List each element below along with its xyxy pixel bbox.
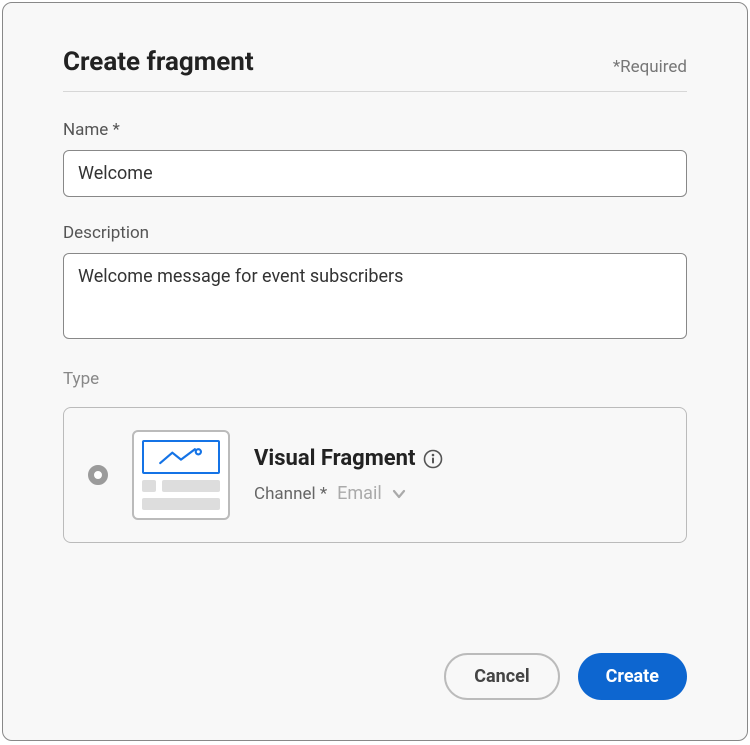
channel-value: Email [337,483,382,504]
radio-button[interactable] [88,465,108,485]
type-option-title: Visual Fragment [254,446,415,471]
cancel-button[interactable]: Cancel [444,653,559,700]
required-note: *Required [613,57,687,77]
type-details: Visual Fragment Channel * Email [254,446,662,504]
name-input[interactable] [63,150,687,197]
dialog-header: Create fragment *Required [63,47,687,92]
dialog-footer: Cancel Create [444,653,687,700]
info-icon[interactable] [423,449,443,469]
create-button[interactable]: Create [578,653,687,700]
description-field-group: Description [63,223,687,343]
chevron-down-icon [392,487,406,501]
create-fragment-dialog: Create fragment *Required Name * Descrip… [2,2,748,741]
name-label: Name * [63,120,687,140]
type-label: Type [63,369,687,389]
channel-select[interactable]: Email [337,483,406,504]
description-label: Description [63,223,687,243]
type-field-group: Type Visual Fragment [63,369,687,543]
type-option-visual-fragment[interactable]: Visual Fragment Channel * Email [63,407,687,543]
dialog-title: Create fragment [63,47,254,77]
channel-label: Channel * [254,484,327,504]
visual-fragment-thumbnail-icon [132,430,230,520]
description-input[interactable] [63,253,687,339]
name-field-group: Name * [63,120,687,197]
